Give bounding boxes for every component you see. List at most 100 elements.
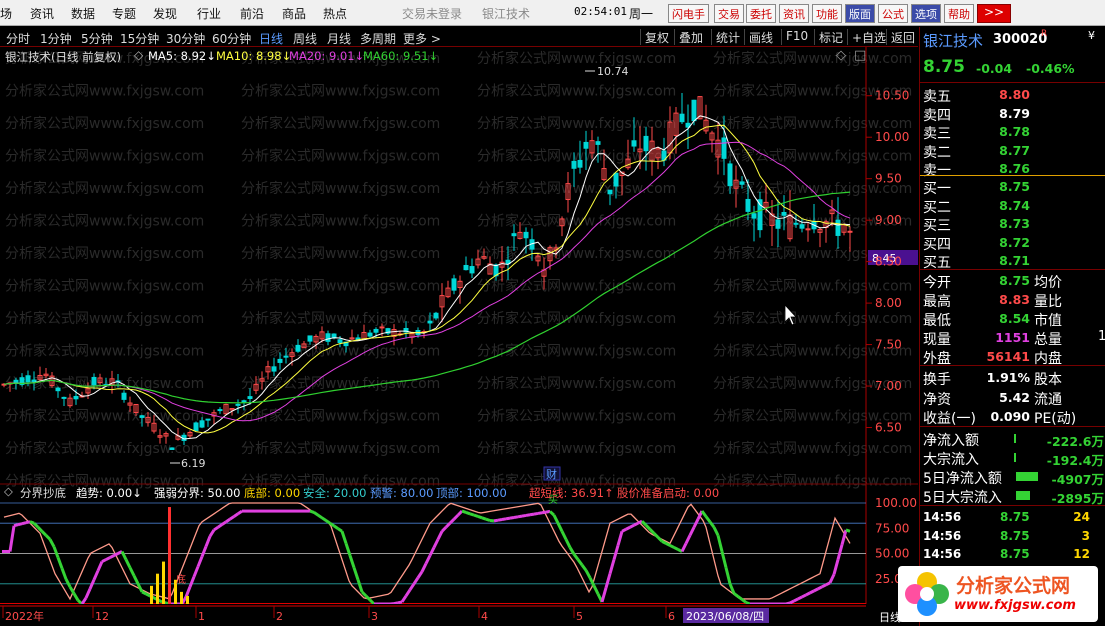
tool-back[interactable]: 返回 [886,29,915,45]
period-daily[interactable]: 日线 [259,30,283,47]
layout-button[interactable]: 版面 [845,4,875,23]
tool-overlay[interactable]: 叠加 [674,29,703,45]
collapse-icon[interactable]: ◇ [134,48,143,62]
news-button[interactable]: 资讯 [779,4,809,23]
tool-draw[interactable]: 画线 [744,29,773,45]
more-menu-button[interactable]: >> [977,4,1011,23]
ask-row-3-value: 8.78 [999,124,1030,140]
price-line: 8.75 -0.04 -0.46% [920,57,1105,79]
period-monthly[interactable]: 月线 [327,30,351,47]
tool-adjust[interactable]: 复权 [640,29,669,45]
indicator-trend-segment [481,516,487,521]
period-weekly[interactable]: 周线 [293,30,317,47]
tool-add-watchlist[interactable]: +自选 [847,29,886,45]
indicator-trend-segment [364,594,372,602]
tick-row[interactable]: 14:56 8.75 24 [920,508,1105,527]
tool-mark[interactable]: 标记 [814,29,843,45]
indicator-trend-segment [588,577,596,587]
indicator-trend-segment [548,510,556,517]
menu-item-commodity[interactable]: 商品 [282,5,306,22]
order-button[interactable]: 委托 [746,4,776,23]
candle-body [451,278,457,291]
menu-item-news[interactable]: 资讯 [30,5,54,22]
tool-f10[interactable]: F10 [781,29,808,45]
date-axis-label: 2022年 [5,609,44,623]
stat-row-3-label2: 总量 [1034,332,1062,348]
tick-row[interactable]: 14:56 8.75 12 [920,545,1105,564]
function-button[interactable]: 功能 [812,4,842,23]
ask-row-1-value: 8.80 [999,87,1030,102]
stat-row-2-value: 8.54 [999,311,1030,326]
menu-item-discover[interactable]: 发现 [153,5,177,22]
indicator-trend-segment [237,509,243,516]
watermark-text: 分析家公式网www.fxjgsw.com [241,148,440,165]
indicator-trend-segment [552,514,560,524]
indicator-trend-segment [448,518,456,525]
period-5min[interactable]: 5分钟 [81,30,113,47]
indicator-trend-segment [560,530,568,541]
indicator-trend-segment [325,519,331,525]
period-30min[interactable]: 30分钟 [166,30,205,47]
trade-login-status[interactable]: 交易未登录 [402,5,462,22]
flash-trade-button[interactable]: 闪电手 [668,4,709,23]
menu-item-data[interactable]: 数据 [71,5,95,22]
menu-item-industry[interactable]: 行业 [197,5,221,22]
menu-item-hotspot[interactable]: 热点 [323,5,347,22]
stat2-row-0-label: 换手 [923,372,951,388]
stock-code: 300020 [993,32,1048,47]
kline-chart[interactable]: 分析家公式网www.fxjgsw.com 分析家公式网www.fxjgsw.com… [0,47,918,626]
indicator-trend-segment [629,523,635,529]
menu-item-0[interactable]: 场 [0,5,12,22]
indicator-trend-segment [52,546,60,559]
candle-body [337,339,343,343]
menu-item-topic[interactable]: 专题 [112,5,136,22]
ask-row-4-value: 8.77 [999,142,1030,158]
stat2-row-2-value: 0.090 [990,409,1030,424]
trade-button[interactable]: 交易 [714,4,744,23]
candle-body [61,396,67,399]
indicator-trend-segment [580,564,588,572]
help-button[interactable]: 帮助 [944,4,974,23]
candle-body [277,358,283,363]
period-60min[interactable]: 60分钟 [212,30,251,47]
tick-row[interactable]: 14:56 8.75 3 [920,527,1105,546]
watermark-text: 分析家公式网www.fxjgsw.com [241,245,440,262]
indicator-trend-segment [321,516,327,522]
indicator-trend-segment [436,530,444,541]
period-more[interactable]: 更多 > [403,30,441,47]
indicator-collapse-icon[interactable]: ◇ [4,484,13,498]
indicator-trend-segment [416,570,424,579]
formula-button[interactable]: 公式 [878,4,908,23]
options-button[interactable]: 选项 [911,4,941,23]
cursor-date: 2023/06/08/四 [686,610,764,623]
close-icon[interactable]: □ [854,48,866,63]
tool-stats[interactable]: 统计 [711,29,740,45]
candle-body [199,420,205,428]
candle-body [577,159,583,168]
period-multi[interactable]: 多周期 [360,30,396,47]
watermark-text: 分析家公式网www.fxjgsw.com [241,408,440,425]
date-axis-label: 3 [371,610,378,623]
period-15min[interactable]: 15分钟 [120,30,159,47]
indicator-trend-segment [572,553,580,561]
period-1min[interactable]: 1分钟 [40,30,72,47]
period-tick[interactable]: 分时 [6,30,30,47]
candle-body [169,447,175,450]
indicator-trend-segment [836,544,844,560]
indicator-trend-segment [529,512,535,517]
indicator-trend-segment [737,595,743,601]
stat-row-1-label: 最高 [923,294,951,310]
indicator-trend-segment [556,522,564,532]
indicator-trend-segment [665,542,671,547]
indicator-trend-segment [785,601,791,606]
bid-row-5-value: 8.71 [999,253,1030,269]
tick-time: 14:56 [923,510,962,524]
bid-row-2-value: 8.74 [999,197,1030,213]
menu-item-frontier[interactable]: 前沿 [240,5,264,22]
flow-row-3: 5日大宗流入 -2895万 [920,486,1105,506]
ma20-label: MA20: 9.01↓ [289,49,365,63]
diamond-icon[interactable]: ◇ [836,48,846,63]
price-change: -0.04 [976,61,1013,76]
tick-volume: 12 [1073,547,1090,561]
indicator-trend-segment [576,558,584,566]
